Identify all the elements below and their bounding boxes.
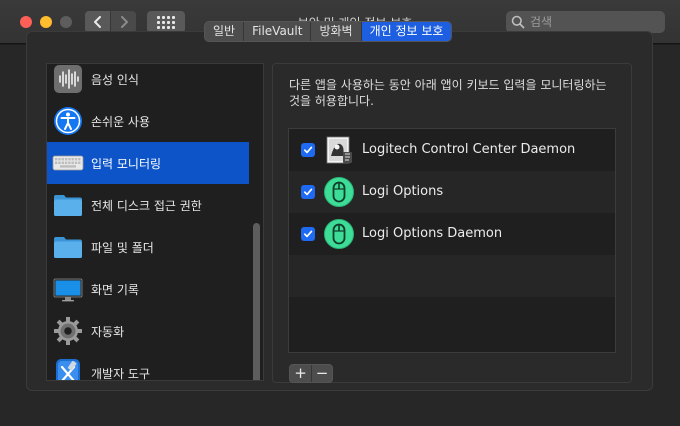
accessibility-icon [54,107,82,135]
sidebar-item-label: 자동화 [91,325,125,339]
zoom-window-button[interactable] [60,16,72,28]
sidebar-item-files-and-folders[interactable]: 파일 및 폴더 [47,226,249,268]
display-icon [53,278,83,302]
app-permission-list[interactable]: Logitech Control Center Daemon Logi Opti… [288,128,616,353]
sidebar-item-speech-recognition[interactable]: 음성 인식 [47,64,249,100]
sidebar-item-label: 개발자 도구 [91,367,151,381]
minimize-window-button[interactable] [40,16,52,28]
checkmark-icon [303,188,313,196]
search-field[interactable] [506,11,665,33]
show-all-grid-button[interactable] [147,11,185,33]
app-name: Logi Options Daemon [362,226,503,241]
forward-button[interactable] [111,11,136,33]
permission-checkbox[interactable] [301,227,315,241]
logi-mouse-icon [324,219,354,249]
empty-list-row [289,297,615,339]
tab-privacy[interactable]: 개인 정보 보호 [361,22,452,41]
sidebar-item-developer-tools[interactable]: 개발자 도구 [47,352,249,381]
gear-icon [54,317,82,345]
tab-firewall[interactable]: 방화벽 [311,22,362,41]
back-button[interactable] [85,11,110,33]
privacy-category-list[interactable]: 음성 인식 손쉬운 사용 입력 모니터링 전체 디스크 접근 권한 파일 및 폴… [46,63,264,381]
app-name: Logi Options [362,184,444,199]
input-monitoring-description: 다른 앱을 사용하는 동안 아래 앱이 키보드 입력을 모니터링하는 것을 허용… [289,78,607,108]
add-app-button[interactable]: + [290,365,311,382]
tab-general[interactable]: 일반 [205,22,245,41]
sidebar-item-label: 입력 모니터링 [91,157,162,171]
permission-checkbox[interactable] [301,185,315,199]
sidebar-scrollbar[interactable] [253,223,260,380]
tab-bar: 일반 FileVault 방화벽 개인 정보 보호 [204,21,453,42]
list-item[interactable]: Logitech Control Center Daemon [289,129,615,171]
sidebar-item-accessibility[interactable]: 손쉬운 사용 [47,100,249,142]
sidebar-item-label: 음성 인식 [91,73,139,87]
empty-list-row [289,255,615,297]
folder-icon [54,237,82,258]
search-icon [511,15,525,29]
sidebar-item-full-disk-access[interactable]: 전체 디스크 접근 권한 [47,184,249,226]
chevron-left-icon [93,16,101,28]
developer-tools-icon [56,359,80,380]
sidebar-item-automation[interactable]: 자동화 [47,310,249,352]
folder-icon [54,195,82,216]
close-window-button[interactable] [20,16,32,28]
keyboard-icon [52,155,84,171]
permission-checkbox[interactable] [301,143,315,157]
list-item[interactable]: Logi Options [289,171,615,213]
list-item[interactable]: Logi Options Daemon [289,213,615,255]
sidebar-item-label: 화면 기록 [91,283,139,297]
logi-mouse-icon [324,177,354,207]
sidebar-item-label: 전체 디스크 접근 권한 [91,199,202,213]
waveform-icon [54,65,82,93]
sidebar-item-label: 손쉬운 사용 [91,115,151,129]
chevron-right-icon [120,16,128,28]
sidebar-item-screen-recording[interactable]: 화면 기록 [47,268,249,310]
add-remove-control: + − [289,364,333,383]
app-name: Logitech Control Center Daemon [362,142,576,157]
remove-app-button[interactable]: − [311,365,332,382]
sidebar-item-input-monitoring[interactable]: 입력 모니터링 [47,142,249,184]
checkmark-icon [303,230,313,238]
sidebar-item-label: 파일 및 폴더 [91,241,154,255]
tab-filevault[interactable]: FileVault [244,22,312,41]
logitech-daemon-icon [326,136,352,164]
search-input[interactable] [530,13,660,31]
checkmark-icon [303,146,313,154]
